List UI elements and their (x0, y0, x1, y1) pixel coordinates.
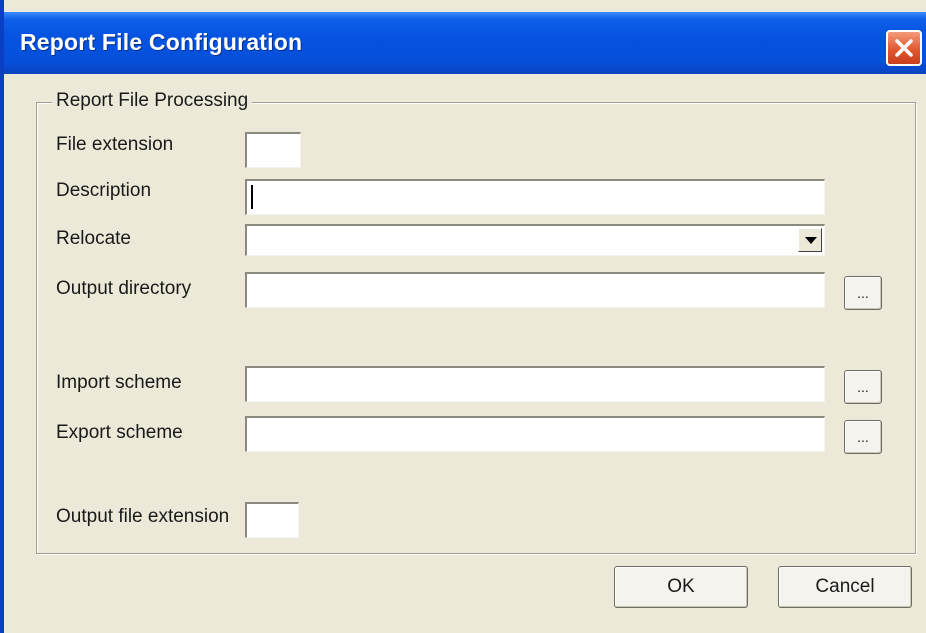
window-title: Report File Configuration (20, 29, 303, 55)
dropdown-arrow-button[interactable] (798, 228, 822, 252)
close-button[interactable] (886, 30, 922, 66)
export-scheme-label: Export scheme (56, 422, 183, 443)
cancel-button[interactable]: Cancel (778, 566, 912, 608)
ok-button[interactable]: OK (614, 566, 748, 608)
output-file-extension-input[interactable] (245, 502, 299, 538)
output-directory-browse-button[interactable]: ... (844, 276, 882, 310)
relocate-dropdown[interactable] (245, 224, 825, 256)
description-input[interactable] (245, 179, 825, 215)
import-scheme-browse-button[interactable]: ... (844, 370, 882, 404)
output-directory-label: Output directory (56, 278, 192, 299)
import-scheme-label: Import scheme (56, 372, 182, 393)
relocate-label: Relocate (56, 228, 131, 249)
description-label: Description (56, 180, 152, 201)
export-scheme-input[interactable] (245, 416, 825, 452)
close-icon (895, 39, 913, 57)
report-file-processing-group (36, 102, 916, 554)
dialog-window: Report File Configuration Report File Pr… (0, 0, 926, 633)
import-scheme-input[interactable] (245, 366, 825, 402)
dialog-body: Report File Processing File extension De… (4, 74, 926, 633)
chevron-down-icon (805, 237, 817, 244)
output-directory-input[interactable] (245, 272, 825, 308)
group-legend: Report File Processing (52, 90, 253, 112)
output-file-extension-label: Output file extension (56, 506, 230, 527)
file-extension-label: File extension (56, 134, 174, 155)
text-caret (251, 185, 253, 209)
export-scheme-browse-button[interactable]: ... (844, 420, 882, 454)
title-bar[interactable]: Report File Configuration (4, 12, 926, 74)
file-extension-input[interactable] (245, 132, 301, 168)
